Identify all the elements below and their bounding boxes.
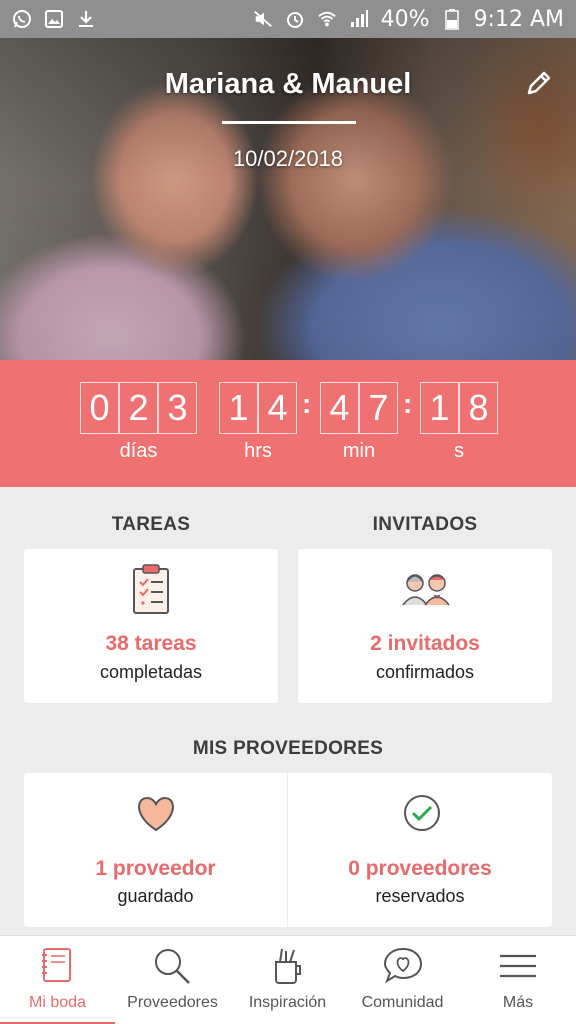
saved-providers-card[interactable]: 1 proveedor guardado [24,773,287,927]
wedding-date: 10/02/2018 [232,146,344,171]
countdown-panel: 0 2 3 días 1 4 hrs : 4 7 min : 1 8 s [0,360,576,487]
seconds-label: s [454,440,464,462]
booked-providers-sub: reservados [375,886,465,906]
system-icons: 40% 9:12 AM [253,7,564,32]
notebook-icon [40,946,74,991]
digit: 3 [158,382,197,434]
guests-count: 2 invitados [370,632,480,655]
separator: : [302,388,312,419]
nav-label: Inspiración [248,994,327,1011]
guests-card[interactable]: 2 invitados confirmados [298,549,552,703]
heart-icon [135,795,177,838]
booked-providers-card[interactable]: 0 proveedores reservados [288,773,552,927]
digit: 0 [80,382,119,434]
menu-icon [498,946,538,991]
providers-title: MIS PROVEEDORES [192,738,384,759]
digit: 7 [359,382,398,434]
digit: 1 [219,382,258,434]
couple-photo-header: Mariana & Manuel 10/02/2018 [0,38,576,360]
alarm-icon [285,9,305,29]
tasks-title: TAREAS [111,514,191,535]
digit: 4 [258,382,297,434]
nav-inspiracion[interactable]: Inspiración [230,936,345,1024]
couple-name: Mariana & Manuel [164,68,412,100]
clipboard-checklist-icon [131,563,171,622]
countdown-days: 0 2 3 [80,382,197,434]
status-bar: 40% 9:12 AM [0,0,576,38]
mute-icon [253,9,273,29]
guests-title: INVITADOS [372,514,478,535]
chat-heart-icon [382,946,424,991]
download-icon [76,9,96,29]
nav-comunidad[interactable]: Comunidad [345,936,460,1024]
countdown-minutes: 4 7 [320,382,398,434]
check-circle-icon [402,793,442,838]
nav-mas[interactable]: Más [460,936,576,1024]
guests-couple-icon [399,571,453,612]
nav-proveedores[interactable]: Proveedores [115,936,230,1024]
digit: 1 [420,382,459,434]
days-label: días [119,440,158,462]
tasks-card[interactable]: 38 tareas completadas [24,549,278,703]
battery-icon [442,9,462,30]
signal-icon [349,9,369,29]
tasks-sub: completadas [99,662,203,682]
notification-icons [12,9,96,29]
tasks-count: 38 tareas [105,632,197,655]
nav-label: Mi boda [29,994,86,1011]
booked-providers-count: 0 proveedores [348,857,492,880]
digit: 8 [459,382,498,434]
separator: : [403,388,413,419]
nav-label: Proveedores [127,994,218,1011]
nav-label: Más [502,994,534,1011]
saved-providers-sub: guardado [117,886,194,906]
nav-mi-boda[interactable]: Mi boda [0,936,115,1024]
clock: 9:12 AM [473,6,564,32]
image-icon [44,9,64,29]
guests-sub: confirmados [375,662,475,682]
battery-percent: 40% [380,6,430,32]
countdown-hours: 1 4 [219,382,297,434]
minutes-label: min [342,440,376,462]
name-underline [222,121,356,124]
pencil-cup-icon [270,946,304,991]
countdown-seconds: 1 8 [420,382,498,434]
wifi-icon [317,9,337,29]
whatsapp-icon [12,9,32,29]
saved-providers-count: 1 proveedor [95,857,216,880]
nav-label: Comunidad [361,994,444,1011]
edit-pencil-icon[interactable] [524,68,554,98]
digit: 4 [320,382,359,434]
hours-label: hrs [244,440,272,462]
search-icon [152,946,192,991]
bottom-navigation: Mi boda Proveedores Inspiración Comunida… [0,935,576,1024]
digit: 2 [119,382,158,434]
